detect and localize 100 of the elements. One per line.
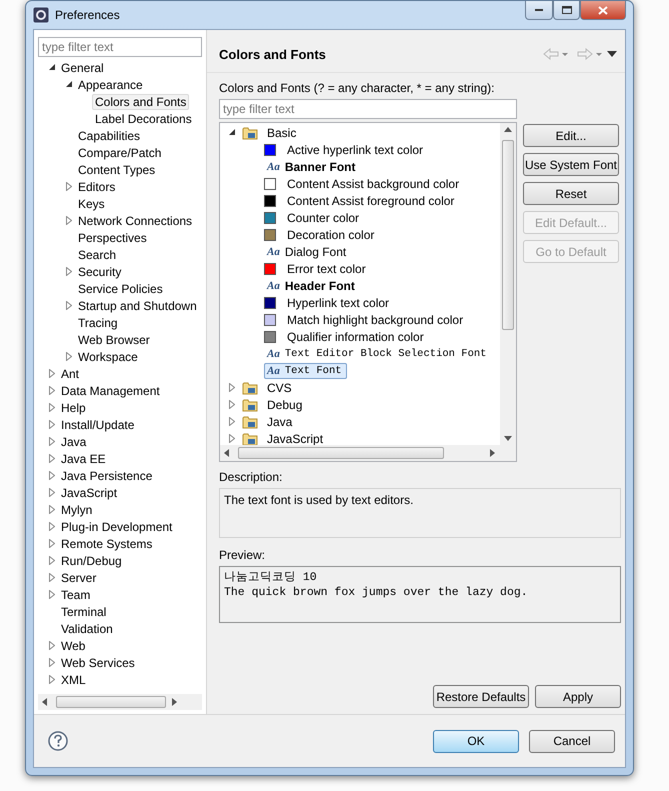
color-item[interactable]: Active hyperlink text color	[282, 142, 428, 158]
tree-item[interactable]: Terminal	[58, 604, 110, 620]
color-item[interactable]: Match highlight background color	[282, 312, 468, 328]
minimize-button[interactable]	[525, 1, 553, 20]
filter-field[interactable]: type filter text	[219, 99, 517, 119]
horizontal-scrollbar[interactable]	[38, 694, 202, 710]
scroll-up-icon[interactable]	[504, 127, 512, 132]
font-item[interactable]: Aa Text Editor Block Selection Font	[264, 346, 492, 362]
tree-item[interactable]: Workspace	[75, 348, 141, 364]
tree-item[interactable]: Network Connections	[75, 212, 196, 228]
tree-item[interactable]: Remote Systems	[58, 536, 156, 552]
font-item[interactable]: Aa Text Font	[264, 362, 347, 378]
page-title: Colors and Fonts	[219, 46, 327, 62]
tree-item[interactable]: Startup and Shutdown	[75, 298, 200, 314]
tree-item[interactable]: Java EE	[58, 450, 109, 466]
tree-item[interactable]: Data Management	[58, 382, 163, 398]
tree-item[interactable]: Capabilities	[75, 128, 144, 144]
tree-item[interactable]: Service Policies	[75, 280, 166, 296]
horizontal-scrollbar[interactable]	[220, 445, 500, 461]
tree-item[interactable]: Validation	[58, 620, 116, 636]
tree-item[interactable]: Java Persistence	[58, 468, 156, 484]
tree-item[interactable]: Help	[58, 400, 89, 416]
tree-item[interactable]: Server	[58, 570, 100, 586]
collapsed-arrow-icon[interactable]	[66, 216, 72, 225]
tree-item[interactable]: Label Decorations	[92, 110, 195, 126]
tree-item[interactable]: Appearance	[75, 76, 146, 92]
tree-item[interactable]: Ant	[58, 366, 82, 382]
side-button[interactable]: Reset	[523, 182, 619, 205]
tree-item[interactable]: XML	[58, 672, 89, 688]
scroll-thumb[interactable]	[56, 696, 166, 708]
description-text: The text font is used by text editors.	[224, 493, 414, 507]
expanded-arrow-icon[interactable]	[48, 64, 56, 71]
tree-item[interactable]: Search	[75, 246, 120, 262]
expanded-arrow-icon[interactable]	[66, 81, 72, 88]
collapsed-arrow-icon[interactable]	[66, 352, 72, 361]
category-item[interactable]: Java	[262, 414, 298, 430]
color-item[interactable]: Hyperlink text color	[282, 294, 394, 310]
filter-field[interactable]: type filter text	[38, 37, 202, 57]
tree-item[interactable]: Mylyn	[58, 502, 96, 518]
tree-item[interactable]: Web Browser	[75, 332, 153, 348]
scroll-right-icon[interactable]	[172, 698, 178, 706]
color-item[interactable]: Error text color	[282, 260, 371, 276]
folder-icon	[242, 126, 258, 140]
tree-item[interactable]: Compare/Patch	[75, 144, 164, 160]
help-icon[interactable]	[48, 731, 68, 751]
tree-item[interactable]: Security	[75, 264, 124, 280]
view-menu-icon[interactable]	[607, 51, 617, 57]
tree-item[interactable]: Editors	[75, 178, 118, 194]
maximize-button[interactable]	[553, 1, 580, 20]
dialog-button[interactable]: Cancel	[529, 730, 615, 752]
expanded-arrow-icon[interactable]	[228, 129, 236, 136]
scroll-left-icon[interactable]	[224, 449, 230, 457]
category-item[interactable]: Debug	[262, 396, 308, 412]
close-button[interactable]	[580, 1, 626, 20]
scroll-left-icon[interactable]	[42, 698, 48, 706]
tree-item[interactable]: General	[58, 60, 107, 76]
tree-item[interactable]: Tracing	[75, 314, 121, 330]
folder-icon	[242, 380, 258, 394]
color-item[interactable]: Content Assist foreground color	[282, 192, 460, 208]
category-item[interactable]: Basic	[262, 124, 302, 140]
tree-item[interactable]: Java	[58, 434, 90, 450]
tree-item[interactable]: Run/Debug	[58, 552, 125, 568]
collapsed-arrow-icon[interactable]	[66, 301, 72, 310]
side-button[interactable]: Use System Font	[523, 153, 619, 176]
vertical-scrollbar[interactable]	[500, 123, 516, 445]
scroll-thumb[interactable]	[502, 140, 514, 330]
close-icon	[598, 6, 608, 14]
scroll-thumb[interactable]	[238, 447, 444, 459]
category-item[interactable]: JavaScript	[262, 430, 328, 445]
collapsed-arrow-icon[interactable]	[66, 267, 72, 276]
tree-item[interactable]: Plug-in Development	[58, 518, 176, 534]
tree-item[interactable]: Colors and Fonts	[92, 94, 190, 110]
color-item[interactable]: Content Assist background color	[282, 176, 464, 192]
window-title: Preferences	[55, 8, 121, 22]
tree-item[interactable]: Perspectives	[75, 230, 150, 246]
maximize-icon	[562, 6, 572, 14]
tree-item[interactable]: Team	[58, 586, 94, 602]
action-button[interactable]: Restore Defaults	[433, 685, 529, 708]
dialog-button[interactable]: OK	[433, 730, 519, 752]
folder-icon	[242, 432, 258, 445]
scroll-down-icon[interactable]	[504, 436, 512, 441]
tree-item[interactable]: Web Services	[58, 654, 138, 670]
preview-line: 나눔고딕코딩 10	[224, 570, 318, 585]
category-item[interactable]: CVS	[262, 380, 297, 396]
tree-item[interactable]: Web	[58, 638, 88, 654]
tree-item[interactable]: Install/Update	[58, 416, 138, 432]
collapsed-arrow-icon[interactable]	[66, 182, 72, 191]
tree-item[interactable]: JavaScript	[58, 484, 120, 500]
action-button[interactable]: Apply	[535, 685, 621, 708]
tree-item[interactable]: Keys	[75, 196, 108, 212]
tree-item[interactable]: Content Types	[75, 162, 158, 178]
color-item[interactable]: Decoration color	[282, 226, 380, 242]
back-arrow-icon[interactable]	[543, 48, 569, 60]
font-item[interactable]: Aa Dialog Font	[264, 244, 352, 260]
side-button[interactable]: Edit...	[523, 124, 619, 147]
color-item[interactable]: Qualifier information color	[282, 328, 429, 344]
font-item[interactable]: Aa Banner Font	[264, 158, 361, 174]
scroll-right-icon[interactable]	[490, 449, 496, 457]
font-item[interactable]: Aa Header Font	[264, 278, 360, 294]
color-item[interactable]: Counter color	[282, 210, 364, 226]
